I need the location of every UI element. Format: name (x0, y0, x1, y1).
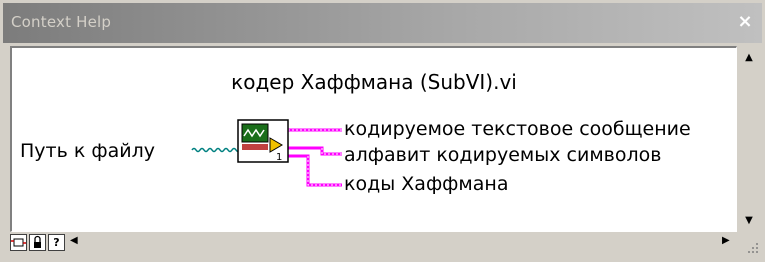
help-toolbar: ? ◀ ▶ (10, 233, 737, 255)
output-label-encoded-message: кодируемое текстовое сообщение (344, 118, 691, 140)
title-bar[interactable]: Context Help × (3, 3, 762, 43)
connector-diagram: 1 (191, 119, 342, 187)
scroll-left-arrow[interactable]: ◀ (70, 235, 78, 246)
output-label-alphabet: алфавит кодируемых символов (344, 144, 662, 166)
vertical-scrollbar[interactable]: ▲ ▼ (739, 48, 759, 231)
scroll-down-arrow[interactable]: ▼ (739, 211, 759, 231)
icon-number: 1 (276, 152, 282, 163)
lock-icon (34, 235, 41, 248)
wire-output-2 (288, 146, 342, 156)
close-button[interactable]: × (734, 11, 756, 33)
question-icon: ? (53, 236, 60, 249)
window-title: Context Help (11, 13, 112, 31)
scroll-right-arrow[interactable]: ▶ (722, 235, 730, 246)
subvi-icon: 1 (237, 119, 289, 163)
diagram-toggle-icon (11, 238, 26, 247)
wire-output-3 (288, 154, 342, 187)
string-wires (288, 128, 342, 187)
simple-detailed-toggle-button[interactable] (10, 234, 27, 251)
context-help-window: Context Help × кодер Хаффмана (SubVI).vi… (0, 0, 765, 262)
resize-grip-icon[interactable] (745, 240, 759, 254)
scroll-up-arrow[interactable]: ▲ (739, 48, 759, 68)
output-label-huffman-codes: коды Хаффмана (344, 173, 509, 195)
detailed-help-button[interactable]: ? (48, 234, 65, 251)
lock-button[interactable] (29, 234, 46, 251)
help-content-pane: кодер Хаффмана (SubVI).vi Путь к файлу 1… (10, 46, 737, 232)
